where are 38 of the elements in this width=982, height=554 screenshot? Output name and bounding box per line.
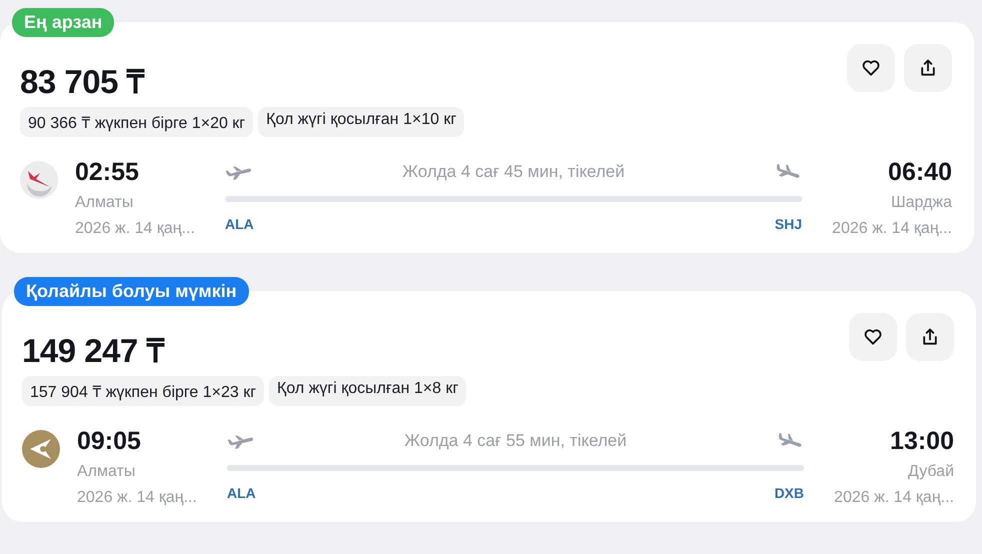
offer-badge: Қолайлы болуы мүмкін [14,277,249,306]
departure-city: Алматы [77,462,136,482]
fare-option-chip[interactable]: Қол жүгі қосылған 1×8 кг [269,376,466,406]
share-button[interactable] [904,44,952,92]
fare-option-chip[interactable]: 157 904 ₸ жүкпен бірге 1×23 кг [22,376,264,406]
departure-date: 2026 ж. 14 қаң... [77,488,197,508]
arrival-time: 06:40 [888,157,952,187]
arrival-time: 13:00 [890,426,954,456]
arrival-date: 2026 ж. 14 қаң... [832,219,952,239]
arrival-airport-code: DXB [774,485,804,501]
heart-icon [861,58,881,78]
emblem-logo-icon [22,430,60,468]
departure-date: 2026 ж. 14 қаң... [75,219,195,239]
bird-logo-icon [20,161,58,199]
takeoff-plane-icon [227,433,255,449]
landing-plane-icon [774,164,802,180]
price: 83 705 ₸ [20,62,144,102]
arrival-city: Шарджа [890,193,952,213]
price: 149 247 ₸ [22,331,164,371]
heart-icon [863,327,883,347]
favorite-button[interactable] [847,44,895,92]
fare-option-chip[interactable]: Қол жүгі қосылған 1×10 кг [258,107,464,137]
departure-airport-code: ALA [227,485,256,501]
flight-duration: Жолда 4 сағ 55 мин, тікелей [404,431,627,451]
flight-duration: Жолда 4 сағ 45 мин, тікелей [402,162,625,182]
offer-badge: Ең арзан [12,8,114,37]
takeoff-plane-icon [225,164,253,180]
favorite-button[interactable] [849,313,897,361]
departure-city: Алматы [75,193,134,213]
departure-airport-code: ALA [225,216,254,232]
arrival-city: Дубай [908,462,954,482]
departure-time: 09:05 [77,426,141,456]
arrival-airport-code: SHJ [774,216,802,232]
arrival-date: 2026 ж. 14 қаң... [834,488,954,508]
share-button[interactable] [906,313,954,361]
departure-time: 02:55 [75,157,139,187]
fare-option-chip[interactable]: 90 366 ₸ жүкпен бірге 1×20 кг [20,107,254,137]
landing-plane-icon [776,433,804,449]
